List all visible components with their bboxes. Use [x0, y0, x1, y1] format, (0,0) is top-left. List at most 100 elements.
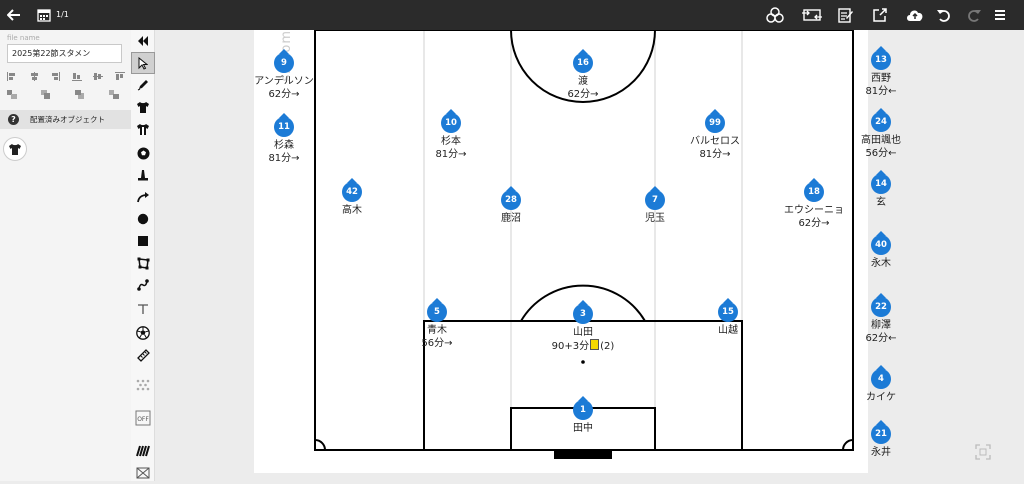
rectangle-shape-icon[interactable] [131, 230, 155, 252]
shirt-striped-icon[interactable] [131, 118, 155, 140]
select-pointer-icon[interactable] [131, 52, 155, 74]
player-card[interactable]: 16 渡 62分→ [538, 49, 628, 101]
collapse-panel-icon[interactable] [131, 30, 155, 52]
player-card[interactable]: 42 高木 [307, 178, 397, 217]
placed-shirt-object[interactable] [3, 137, 27, 161]
player-card[interactable]: 3 山田 90+3分 (2) [538, 300, 628, 353]
align-top-icon[interactable] [114, 72, 125, 81]
line-tool-icon[interactable] [131, 274, 155, 296]
player-name: 高田颯也 [861, 135, 901, 146]
player-name: 永木 [871, 258, 891, 269]
player-name: 永井 [871, 447, 891, 458]
polygon-shape-icon[interactable] [131, 252, 155, 274]
player-card[interactable]: 11 杉森 81分→ [239, 113, 329, 165]
player-sub-info: 62分← [865, 333, 897, 344]
canvas-area[interactable]: ss.com 16 渡 62分→ [155, 30, 1024, 481]
help-icon[interactable]: ? [8, 114, 19, 125]
player-number: 5 [427, 302, 447, 322]
player-name: 青木 [427, 325, 447, 336]
cloud-upload-icon[interactable] [904, 0, 926, 30]
player-number: 4 [871, 369, 891, 389]
player-sub-info: 56分← [865, 148, 897, 159]
placed-objects-label: 配置済みオブジェクト [30, 115, 105, 124]
player-sub-info: 81分→ [699, 149, 731, 160]
undo-icon[interactable] [934, 0, 954, 30]
bench-player-card[interactable]: 24 高田颯也 56分← [836, 108, 926, 160]
bench-player-card[interactable]: 22 柳澤 62分← [836, 293, 926, 345]
fit-screen-icon[interactable] [975, 444, 991, 460]
placed-objects-header[interactable]: ? 配置済みオブジェクト [0, 110, 131, 129]
player-sub-info: 81分← [865, 86, 897, 97]
player-card[interactable]: 1 田中 [538, 396, 628, 435]
player-name: 児玉 [645, 213, 665, 224]
player-number: 28 [501, 190, 521, 210]
player-number: 10 [441, 113, 461, 133]
player-name: 杉森 [274, 140, 294, 151]
corner-arc-left [314, 439, 326, 451]
send-backward-icon[interactable] [75, 90, 85, 99]
share-icon[interactable] [870, 0, 890, 30]
bench-player-card[interactable]: 14 玄 [836, 170, 926, 209]
card-count: (2) [600, 341, 615, 352]
player-card[interactable]: 28 鹿沼 [466, 186, 556, 225]
toggle-off-icon[interactable]: OFF [131, 407, 155, 429]
align-center-h-icon[interactable] [29, 72, 39, 81]
bench-player-card[interactable]: 4 カイケ [836, 365, 926, 404]
bench-player-card[interactable]: 40 永木 [836, 231, 926, 270]
player-number: 11 [274, 117, 294, 137]
send-back-icon[interactable] [109, 90, 119, 99]
pen-icon[interactable] [131, 74, 155, 96]
bubbles-icon[interactable] [764, 0, 786, 30]
player-card[interactable]: 5 青木 56分→ [392, 298, 482, 350]
player-number: 14 [871, 174, 891, 194]
ball-outline-icon[interactable] [131, 322, 155, 344]
tool-bar: OFF [131, 30, 155, 481]
curve-arrow-icon[interactable] [131, 186, 155, 208]
player-card[interactable]: 7 児玉 [610, 186, 700, 225]
player-number: 1 [573, 400, 593, 420]
redo-icon[interactable] [964, 0, 984, 30]
top-bar: 1/1 [0, 0, 1024, 30]
player-card[interactable]: 9 アンデルソン 62分→ [239, 49, 329, 101]
goal [554, 450, 612, 459]
file-name-input[interactable]: 2025第22節スタメン [7, 44, 122, 63]
bench-player-card[interactable]: 13 西野 81分← [836, 46, 926, 98]
player-number: 21 [871, 424, 891, 444]
back-arrow-icon[interactable] [4, 0, 24, 30]
align-tools-row-1 [7, 72, 125, 81]
shirt-dark-icon[interactable] [131, 96, 155, 118]
bring-front-icon[interactable] [7, 90, 17, 99]
align-center-v-icon[interactable] [93, 72, 104, 81]
align-right-icon[interactable] [50, 72, 61, 81]
player-card[interactable]: 99 バルセロス 81分→ [670, 109, 760, 161]
player-number: 22 [871, 297, 891, 317]
player-number: 99 [705, 113, 725, 133]
player-name: アンデルソン [254, 76, 314, 87]
file-name-label: file name [7, 34, 40, 42]
player-name: カイケ [866, 392, 896, 403]
grass-pattern-icon[interactable] [131, 440, 155, 462]
sub-time: 90+3分 [551, 341, 590, 352]
player-name: 西野 [871, 73, 891, 84]
text-tool-icon[interactable] [131, 298, 155, 320]
ruler-icon[interactable] [131, 344, 155, 366]
menu-icon[interactable] [992, 0, 1008, 30]
player-name: 山越 [718, 325, 738, 336]
swap-icon[interactable] [800, 0, 824, 30]
formation-icon[interactable] [131, 374, 155, 396]
ball-icon[interactable] [131, 142, 155, 164]
circle-shape-icon[interactable] [131, 208, 155, 230]
calendar-icon[interactable] [36, 0, 52, 30]
player-sub-info: 62分→ [567, 89, 599, 100]
yellow-card-icon [590, 339, 600, 350]
align-left-icon[interactable] [7, 72, 17, 81]
align-bottom-icon[interactable] [71, 72, 82, 81]
player-card[interactable]: 15 山越 [683, 298, 773, 337]
edit-note-icon[interactable] [836, 0, 856, 30]
cone-icon[interactable] [131, 164, 155, 186]
field-paper[interactable]: ss.com 16 渡 62分→ [254, 30, 901, 473]
player-card[interactable]: 10 杉本 81分→ [406, 109, 496, 161]
player-name: 鹿沼 [501, 213, 521, 224]
bench-player-card[interactable]: 21 永井 [836, 420, 926, 459]
bring-forward-icon[interactable] [41, 90, 51, 99]
